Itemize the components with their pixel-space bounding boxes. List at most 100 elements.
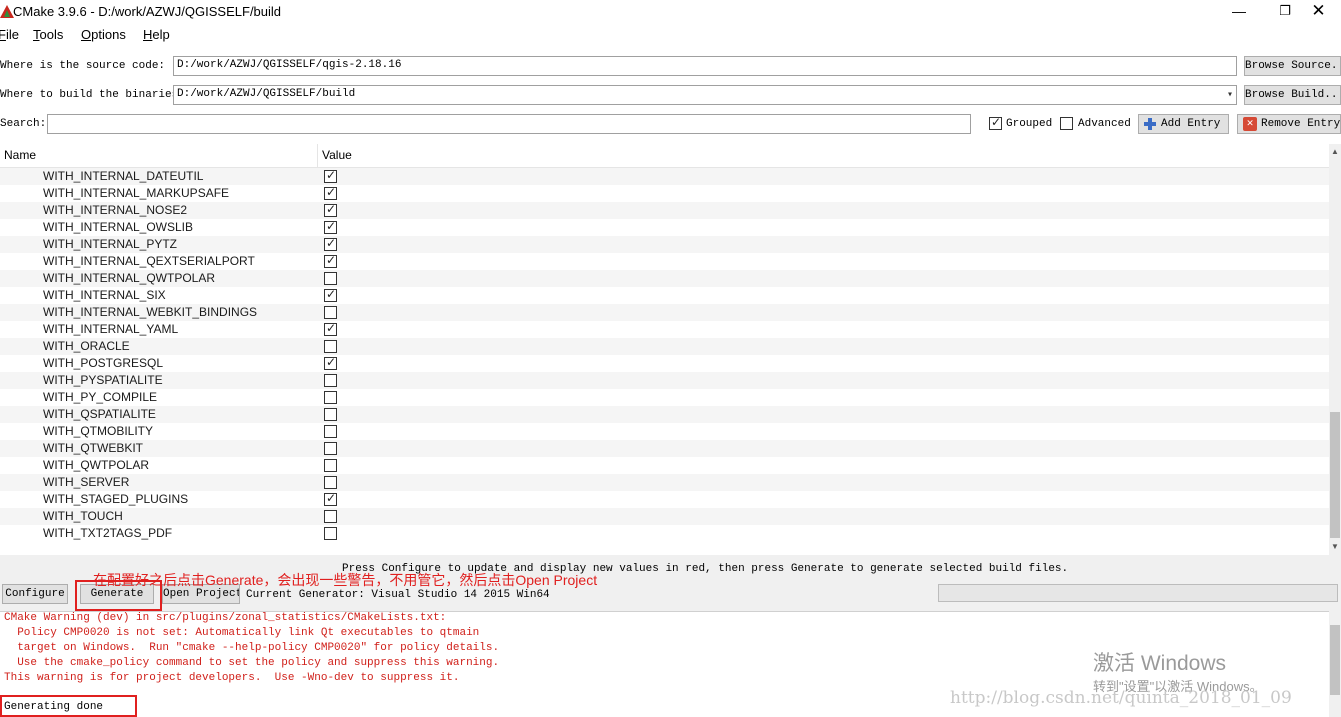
title-bar: CMake 3.9.6 - D:/work/AZWJ/QGISSELF/buil… bbox=[0, 0, 1341, 24]
menu-tools[interactable]: Tools bbox=[33, 27, 63, 42]
table-row[interactable]: WITH_INTERNAL_DATEUTIL bbox=[0, 168, 1329, 185]
menu-file[interactable]: File bbox=[0, 27, 19, 42]
entry-value-checkbox[interactable] bbox=[324, 355, 337, 370]
menu-options[interactable]: Options bbox=[81, 27, 126, 42]
advanced-checkbox[interactable] bbox=[1060, 117, 1073, 130]
entry-name: WITH_PY_COMPILE bbox=[43, 390, 158, 404]
entry-name: WITH_POSTGRESQL bbox=[43, 356, 164, 370]
table-row[interactable]: WITH_INTERNAL_NOSE2 bbox=[0, 202, 1329, 219]
source-label: Where is the source code: bbox=[0, 60, 166, 72]
menu-bar: File Tools Options Help bbox=[0, 24, 1341, 46]
log-scrollbar-thumb[interactable] bbox=[1330, 625, 1340, 695]
browse-build-button[interactable]: Browse Build... bbox=[1244, 85, 1341, 105]
menu-help[interactable]: Help bbox=[143, 27, 170, 42]
scrollbar-thumb[interactable] bbox=[1330, 412, 1340, 538]
entry-value-checkbox[interactable] bbox=[324, 185, 337, 200]
entry-value-checkbox[interactable] bbox=[324, 391, 337, 404]
table-row[interactable]: WITH_QSPATIALITE bbox=[0, 406, 1329, 423]
search-label: Search: bbox=[0, 118, 47, 130]
table-rows: WITH_INTERNAL_DATEUTIL WITH_INTERNAL_MARK… bbox=[0, 168, 1329, 542]
entry-name: WITH_INTERNAL_YAML bbox=[43, 322, 179, 336]
table-row[interactable]: WITH_QWTPOLAR bbox=[0, 457, 1329, 474]
scroll-up-icon[interactable]: ▲ bbox=[1329, 146, 1341, 158]
binaries-label: Where to build the binaries: bbox=[0, 89, 185, 101]
configure-button[interactable]: Configure bbox=[2, 584, 68, 604]
generate-highlight-box bbox=[75, 580, 162, 611]
scroll-down-icon[interactable]: ▼ bbox=[1329, 541, 1341, 553]
remove-entry-button[interactable]: ✕ Remove Entry bbox=[1237, 114, 1341, 134]
chevron-down-icon[interactable]: ▾ bbox=[1227, 89, 1233, 101]
entry-value-checkbox[interactable] bbox=[324, 491, 337, 506]
grouped-label: Grouped bbox=[1006, 118, 1053, 130]
table-row[interactable]: WITH_TXT2TAGS_PDF bbox=[0, 525, 1329, 542]
plus-icon bbox=[1143, 117, 1157, 131]
entry-value-checkbox[interactable] bbox=[324, 476, 337, 489]
table-row[interactable]: WITH_STAGED_PLUGINS bbox=[0, 491, 1329, 508]
table-row[interactable]: WITH_INTERNAL_QWTPOLAR bbox=[0, 270, 1329, 287]
table-row[interactable]: WITH_ORACLE bbox=[0, 338, 1329, 355]
entry-value-checkbox[interactable] bbox=[324, 527, 337, 540]
table-row[interactable]: WITH_INTERNAL_WEBKIT_BINDINGS bbox=[0, 304, 1329, 321]
log-scrollbar[interactable] bbox=[1329, 611, 1341, 717]
browse-source-button[interactable]: Browse Source... bbox=[1244, 56, 1341, 76]
column-divider bbox=[317, 144, 318, 168]
table-row[interactable]: WITH_INTERNAL_SIX bbox=[0, 287, 1329, 304]
entry-value-checkbox[interactable] bbox=[324, 219, 337, 234]
entry-name: WITH_INTERNAL_DATEUTIL bbox=[43, 169, 204, 183]
binaries-path-value: D:/work/AZWJ/QGISSELF/build bbox=[177, 88, 356, 100]
entry-name: WITH_INTERNAL_OWSLIB bbox=[43, 220, 194, 234]
minimize-button[interactable]: — bbox=[1216, 0, 1262, 24]
table-row[interactable]: WITH_QTWEBKIT bbox=[0, 440, 1329, 457]
table-row[interactable]: WITH_QTMOBILITY bbox=[0, 423, 1329, 440]
table-scrollbar[interactable]: ▲ ▼ bbox=[1329, 144, 1341, 555]
generating-done-highlight-box bbox=[0, 695, 137, 717]
entry-value-checkbox[interactable] bbox=[324, 202, 337, 217]
binaries-path-combo[interactable]: D:/work/AZWJ/QGISSELF/build ▾ bbox=[173, 85, 1237, 105]
remove-entry-label: Remove Entry bbox=[1261, 118, 1341, 130]
entry-value-checkbox[interactable] bbox=[324, 408, 337, 421]
source-path-field[interactable]: D:/work/AZWJ/QGISSELF/qgis-2.18.16 bbox=[173, 56, 1237, 76]
entry-name: WITH_SERVER bbox=[43, 475, 130, 489]
log-line: target on Windows. Run "cmake --help-pol… bbox=[4, 642, 500, 654]
entry-name: WITH_QSPATIALITE bbox=[43, 407, 156, 421]
progress-bar bbox=[938, 584, 1338, 602]
entry-value-checkbox[interactable] bbox=[324, 459, 337, 472]
entry-value-checkbox[interactable] bbox=[324, 442, 337, 455]
table-row[interactable]: WITH_PYSPATIALITE bbox=[0, 372, 1329, 389]
table-row[interactable]: WITH_INTERNAL_OWSLIB bbox=[0, 219, 1329, 236]
entry-name: WITH_QTMOBILITY bbox=[43, 424, 154, 438]
entry-value-checkbox[interactable] bbox=[324, 321, 337, 336]
add-entry-button[interactable]: Add Entry bbox=[1138, 114, 1229, 134]
column-header-name[interactable]: Name bbox=[4, 148, 36, 162]
annotation-text: 在配置好之后点击Generate，会出现一些警告，不用管它，然后点击Open P… bbox=[93, 572, 598, 588]
entry-value-checkbox[interactable] bbox=[324, 510, 337, 523]
entry-value-checkbox[interactable] bbox=[324, 287, 337, 302]
blog-url-watermark: http://blog.csdn.net/quinta_2018_01_09 bbox=[950, 688, 1292, 708]
entry-value-checkbox[interactable] bbox=[324, 340, 337, 353]
entry-value-checkbox[interactable] bbox=[324, 253, 337, 268]
activate-windows-title: 激活 Windows bbox=[1093, 652, 1227, 675]
close-button[interactable]: ✕ bbox=[1296, 0, 1341, 24]
log-line: CMake Warning (dev) in src/plugins/zonal… bbox=[4, 612, 447, 624]
table-row[interactable]: WITH_TOUCH bbox=[0, 508, 1329, 525]
entry-name: WITH_TOUCH bbox=[43, 509, 123, 523]
grouped-checkbox[interactable] bbox=[989, 115, 1002, 130]
window-title: CMake 3.9.6 - D:/work/AZWJ/QGISSELF/buil… bbox=[13, 4, 282, 19]
table-row[interactable]: WITH_INTERNAL_QEXTSERIALPORT bbox=[0, 253, 1329, 270]
entry-value-checkbox[interactable] bbox=[324, 306, 337, 319]
column-header-value[interactable]: Value bbox=[322, 148, 352, 162]
table-row[interactable]: WITH_PY_COMPILE bbox=[0, 389, 1329, 406]
table-row[interactable]: WITH_SERVER bbox=[0, 474, 1329, 491]
entry-value-checkbox[interactable] bbox=[324, 236, 337, 251]
table-row[interactable]: WITH_POSTGRESQL bbox=[0, 355, 1329, 372]
entry-value-checkbox[interactable] bbox=[324, 374, 337, 387]
search-input[interactable] bbox=[47, 114, 971, 134]
entry-value-checkbox[interactable] bbox=[324, 168, 337, 183]
table-row[interactable]: WITH_INTERNAL_YAML bbox=[0, 321, 1329, 338]
table-row[interactable]: WITH_INTERNAL_MARKUPSAFE bbox=[0, 185, 1329, 202]
entry-value-checkbox[interactable] bbox=[324, 425, 337, 438]
cache-entries-table: Name Value WITH_INTERNAL_DATEUTILWITH_IN… bbox=[0, 144, 1329, 555]
table-row[interactable]: WITH_INTERNAL_PYTZ bbox=[0, 236, 1329, 253]
entry-name: WITH_INTERNAL_MARKUPSAFE bbox=[43, 186, 230, 200]
entry-value-checkbox[interactable] bbox=[324, 272, 337, 285]
